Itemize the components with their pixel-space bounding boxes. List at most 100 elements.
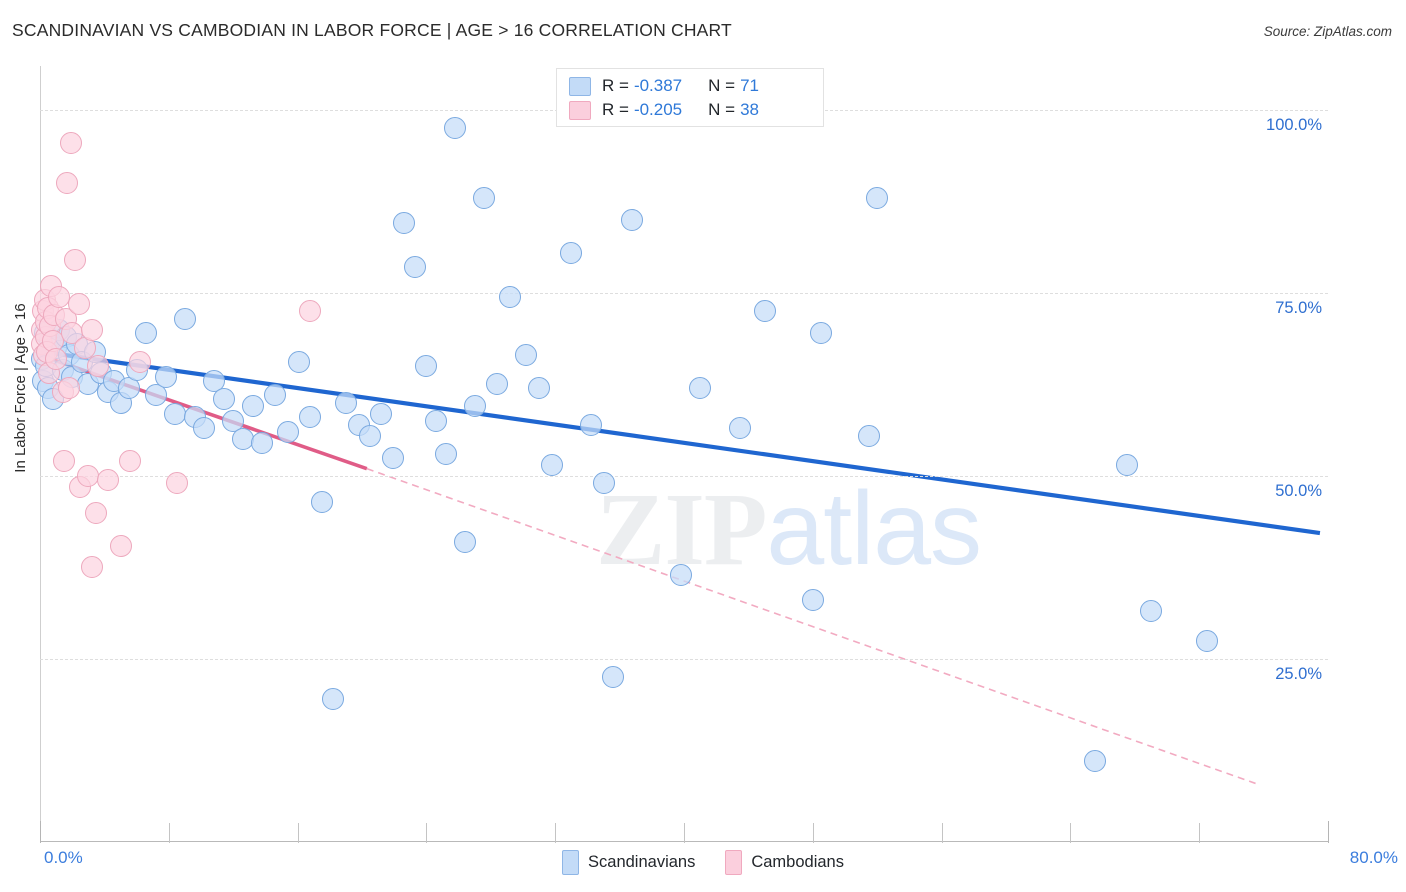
page-title: SCANDINAVIAN VS CAMBODIAN IN LABOR FORCE…: [12, 20, 732, 40]
correlation-stats-box: R = -0.387 N = 71 R = -0.205 N = 38: [556, 68, 824, 127]
data-point-blue: [381, 446, 404, 469]
legend-item-scandinavians[interactable]: Scandinavians: [562, 850, 695, 875]
data-point-pink: [299, 300, 322, 323]
data-point-pink: [56, 172, 79, 195]
stat-r-label: R =: [602, 100, 629, 119]
data-point-blue: [753, 300, 776, 323]
x-axis-tick: [168, 823, 170, 843]
data-point-blue: [1139, 600, 1162, 623]
legend-label: Scandinavians: [588, 853, 696, 871]
data-point-blue: [310, 490, 333, 513]
legend-label: Cambodians: [751, 853, 844, 871]
x-axis-tick: [426, 823, 428, 843]
watermark: ZIPatlas: [596, 470, 982, 589]
data-point-blue: [370, 402, 393, 425]
x-axis-tick: [1199, 823, 1201, 843]
y-axis-title: In Labor Force | Age > 16: [12, 303, 29, 473]
gridline-y: [40, 475, 1328, 477]
data-point-blue: [425, 410, 448, 433]
data-point-blue: [444, 117, 467, 140]
stat-row: R = -0.387 N = 71: [569, 74, 813, 98]
series-legend: Scandinavians Cambodians: [0, 850, 1406, 875]
stat-row: R = -0.205 N = 38: [569, 98, 813, 122]
data-point-pink: [86, 355, 109, 378]
data-point-blue: [499, 285, 522, 308]
data-point-blue: [486, 373, 509, 396]
data-point-blue: [288, 351, 311, 374]
data-point-pink: [57, 377, 80, 400]
stat-r-label: R =: [602, 76, 629, 95]
data-point-pink: [45, 347, 68, 370]
legend-swatch: [725, 850, 743, 875]
data-point-blue: [404, 256, 427, 279]
x-axis-tick: [684, 823, 685, 843]
data-point-blue: [858, 424, 881, 447]
data-point-blue: [241, 395, 264, 418]
y-axis-title-wrap: In Labor Force | Age > 16: [0, 0, 40, 892]
data-point-blue: [212, 388, 235, 411]
stat-n-value: 38: [740, 100, 759, 119]
data-point-blue: [729, 417, 752, 440]
stat-n-label: N =: [708, 100, 736, 119]
data-point-blue: [473, 186, 496, 209]
y-axis-tick-label: 100.0%: [1266, 115, 1322, 134]
data-point-blue: [322, 688, 345, 711]
chart-page: SCANDINAVIAN VS CAMBODIAN IN LABOR FORCE…: [0, 0, 1406, 892]
stat-r-value: -0.387: [633, 76, 683, 95]
data-point-pink: [48, 285, 71, 308]
x-axis-tick: [40, 821, 41, 843]
x-axis-tick: [941, 823, 943, 843]
x-axis-tick: [555, 823, 557, 843]
data-point-blue: [415, 355, 438, 378]
data-point-pink: [119, 450, 142, 473]
legend-item-cambodians[interactable]: Cambodians: [725, 850, 844, 875]
y-axis-tick-label: 75.0%: [1275, 298, 1322, 317]
data-point-blue: [392, 212, 415, 235]
data-point-blue: [334, 391, 357, 414]
x-axis-tick: [297, 823, 299, 843]
x-axis-tick: [812, 823, 814, 843]
data-point-blue: [299, 406, 322, 429]
data-point-pink: [59, 131, 82, 154]
legend-swatch: [562, 850, 580, 875]
gridline-y: [40, 658, 1328, 660]
data-point-blue: [809, 322, 832, 345]
data-point-pink: [53, 450, 76, 473]
data-point-pink: [80, 556, 103, 579]
data-point-blue: [173, 307, 196, 330]
stat-n-value: 71: [740, 76, 759, 95]
data-point-blue: [602, 666, 625, 689]
data-point-blue: [669, 563, 692, 586]
plot-area: ZIPatlas 25.0% 50.0% 75.0% 100.0%: [30, 66, 1329, 843]
data-point-blue: [560, 241, 583, 264]
data-point-blue: [463, 395, 486, 418]
data-point-blue: [1196, 629, 1219, 652]
stat-n-label: N =: [708, 76, 736, 95]
data-point-blue: [579, 413, 602, 436]
data-point-blue: [135, 322, 158, 345]
data-point-pink: [80, 318, 103, 341]
data-point-pink: [85, 501, 108, 524]
data-point-pink: [165, 472, 188, 495]
data-point-blue: [689, 377, 712, 400]
stat-swatch: [569, 76, 591, 96]
data-point-blue: [540, 453, 563, 476]
data-point-pink: [67, 292, 90, 315]
x-axis-tick: [1070, 823, 1072, 843]
data-point-blue: [1115, 453, 1138, 476]
trendlines-layer: [40, 349, 1321, 785]
data-point-blue: [454, 530, 477, 553]
data-point-blue: [251, 432, 274, 455]
data-point-blue: [515, 344, 538, 367]
data-point-blue: [1083, 750, 1106, 773]
y-axis-tick-label: 25.0%: [1275, 664, 1322, 683]
stat-r-value: -0.205: [633, 100, 683, 119]
y-axis-tick-label: 50.0%: [1275, 481, 1322, 500]
x-axis-tick: [1328, 821, 1329, 843]
data-point-blue: [592, 472, 615, 495]
data-point-blue: [801, 589, 824, 612]
data-point-blue: [528, 377, 551, 400]
data-point-pink: [96, 468, 119, 491]
trendline-extension-cambodians: [366, 467, 1256, 785]
stat-swatch: [569, 100, 591, 120]
